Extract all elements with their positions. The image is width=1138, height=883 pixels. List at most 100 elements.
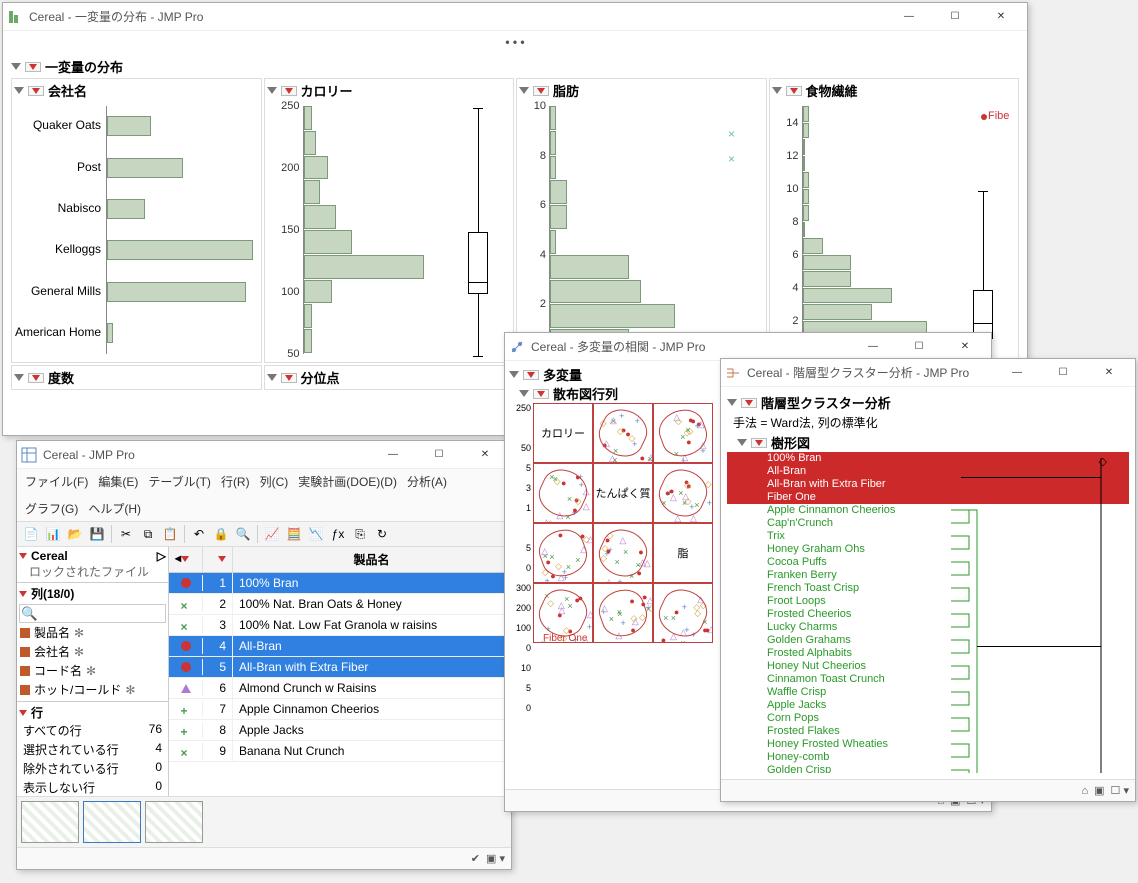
script-icon[interactable]: ⎘ bbox=[350, 524, 370, 544]
menu-item[interactable]: 行(R) bbox=[221, 473, 250, 490]
titlebar[interactable]: Cereal - 階層型クラスター分析 - JMP Pro — ☐ ✕ bbox=[721, 359, 1135, 387]
scatterplot-matrix[interactable]: カロリー●×△◇+●×△◇+●×△◇+●×△●×△◇+●×△◇+●×△◇+●×△… bbox=[533, 403, 733, 738]
paste-icon[interactable]: 📋 bbox=[160, 524, 180, 544]
menu-item[interactable]: グラフ(G) bbox=[25, 500, 78, 517]
menu-item[interactable]: テーブル(T) bbox=[148, 473, 211, 490]
table-row[interactable]: +7Apple Cinnamon Cheerios bbox=[169, 699, 511, 720]
splom-cell[interactable]: ●×△◇+●×△◇+●×△◇+●×△ bbox=[653, 463, 713, 523]
calorie-head[interactable]: カロリー bbox=[267, 81, 512, 100]
histogram-bar[interactable] bbox=[304, 255, 425, 279]
more-icon[interactable]: • • • bbox=[3, 31, 1027, 53]
column-search-input[interactable] bbox=[19, 604, 166, 623]
minimize-button[interactable]: — bbox=[371, 445, 415, 465]
bar[interactable] bbox=[107, 199, 145, 219]
splom-cell[interactable]: 脂 bbox=[653, 523, 713, 583]
titlebar[interactable]: Cereal - 一変量の分布 - JMP Pro — ☐ ✕ bbox=[3, 3, 1027, 31]
thumb-multivariate[interactable] bbox=[145, 801, 203, 843]
bar[interactable] bbox=[107, 282, 246, 302]
menu-item[interactable]: 列(C) bbox=[260, 473, 289, 490]
histogram-bar[interactable] bbox=[550, 180, 567, 204]
redo-icon[interactable]: ↻ bbox=[372, 524, 392, 544]
layout-icon[interactable]: ▣ bbox=[1094, 784, 1104, 797]
splom-cell[interactable]: たんぱく質 bbox=[593, 463, 653, 523]
splom-cell[interactable]: ●×△◇+●×△◇+●×△◇+●×△ bbox=[593, 583, 653, 643]
copy-icon[interactable]: ⧉ bbox=[138, 524, 158, 544]
titlebar[interactable]: Cereal - 多変量の相関 - JMP Pro — ☐ ✕ bbox=[505, 333, 991, 361]
close-button[interactable]: ✕ bbox=[463, 445, 507, 465]
columns-panel[interactable]: 列(18/0) 製品名 ✻会社名 ✻コード名 ✻ホット/コールド ✻ bbox=[17, 583, 168, 702]
column-item[interactable]: 会社名 ✻ bbox=[19, 642, 166, 661]
column-item[interactable]: コード名 ✻ bbox=[19, 661, 166, 680]
histogram-bar[interactable] bbox=[304, 329, 312, 353]
new-icon[interactable]: 📄 bbox=[21, 524, 41, 544]
minimize-button[interactable]: — bbox=[995, 363, 1039, 383]
summary-icon[interactable]: 🧮 bbox=[284, 524, 304, 544]
histogram-bar[interactable] bbox=[803, 156, 805, 172]
histogram-bar[interactable] bbox=[803, 271, 851, 287]
menubar[interactable]: ファイル(F)編集(E)テーブル(T)行(R)列(C)実験計画(DOE)(D)分… bbox=[17, 469, 511, 522]
splom-cell[interactable]: ●×△◇+●×△◇+●×△◇+●×△ bbox=[533, 463, 593, 523]
product-header[interactable]: 製品名 bbox=[233, 547, 511, 572]
splom-cell[interactable]: ●×△◇+●×△◇+●×△◇+●×△ bbox=[593, 523, 653, 583]
column-item[interactable]: 製品名 ✻ bbox=[19, 623, 166, 642]
cluster-section[interactable]: 階層型クラスター分析 bbox=[727, 393, 1129, 412]
new-table-icon[interactable]: 📊 bbox=[43, 524, 63, 544]
splom-cell[interactable]: ●×△◇+●×△◇+●×△◇+●×△ bbox=[533, 523, 593, 583]
splom-cell[interactable]: ●×△◇+●×△◇+●×△◇+●×△ bbox=[593, 403, 653, 463]
histogram-bar[interactable] bbox=[550, 230, 556, 254]
histogram-bar[interactable] bbox=[304, 304, 312, 328]
bar[interactable] bbox=[107, 240, 253, 260]
cut-icon[interactable]: ✂ bbox=[116, 524, 136, 544]
data-grid[interactable]: ◂ 製品名 1100% Bran×2100% Nat. Bran Oats & … bbox=[169, 547, 511, 796]
column-item[interactable]: ホット/コールド ✻ bbox=[19, 680, 166, 699]
section-menu-icon[interactable] bbox=[25, 62, 41, 72]
fit-icon[interactable]: ƒx bbox=[328, 524, 348, 544]
close-button[interactable]: ✕ bbox=[979, 7, 1023, 27]
table-row[interactable]: ×2100% Nat. Bran Oats & Honey bbox=[169, 594, 511, 615]
histogram-bar[interactable] bbox=[803, 255, 851, 271]
maximize-button[interactable]: ☐ bbox=[1041, 363, 1085, 383]
distribution-section[interactable]: 一変量の分布 bbox=[11, 57, 1019, 76]
table-row[interactable]: 1100% Bran bbox=[169, 573, 511, 594]
source-panel[interactable]: Cereal▷ ロックされたファイル bbox=[17, 547, 168, 583]
histogram-bar[interactable] bbox=[803, 172, 810, 188]
rownum-header[interactable] bbox=[203, 547, 233, 572]
fiber-head[interactable]: 食物繊維 bbox=[772, 81, 1017, 100]
histogram-bar[interactable] bbox=[550, 280, 641, 304]
company-chart[interactable]: Quaker OatsPostNabiscoKelloggsGeneral Mi… bbox=[106, 106, 253, 354]
options-icon[interactable]: ☐ ▾ bbox=[1111, 784, 1129, 797]
close-button[interactable]: ✕ bbox=[943, 337, 987, 357]
table-row[interactable]: 4All-Bran bbox=[169, 636, 511, 657]
graph-icon[interactable]: 📉 bbox=[306, 524, 326, 544]
histogram-bar[interactable] bbox=[550, 205, 567, 229]
save-icon[interactable]: 💾 bbox=[87, 524, 107, 544]
menu-item[interactable]: 編集(E) bbox=[98, 473, 138, 490]
table-row[interactable]: ×3100% Nat. Low Fat Granola w raisins bbox=[169, 615, 511, 636]
minimize-button[interactable]: — bbox=[887, 7, 931, 27]
fat-head[interactable]: 脂肪 bbox=[519, 81, 764, 100]
splom-cell[interactable]: カロリー bbox=[533, 403, 593, 463]
titlebar[interactable]: Cereal - JMP Pro — ☐ ✕ bbox=[17, 441, 511, 469]
table-row[interactable]: ×9Banana Nut Crunch bbox=[169, 741, 511, 762]
histogram-bar[interactable] bbox=[304, 180, 320, 204]
dendro-section[interactable]: 樹形図 bbox=[737, 433, 1129, 452]
menu-item[interactable]: ヘルプ(H) bbox=[88, 500, 141, 517]
histogram-bar[interactable] bbox=[304, 230, 352, 254]
minimize-button[interactable]: — bbox=[851, 337, 895, 357]
home-icon[interactable]: ⌂ bbox=[1081, 785, 1088, 797]
lock-icon[interactable]: 🔒 bbox=[211, 524, 231, 544]
histogram-bar[interactable] bbox=[550, 106, 556, 130]
menu-item[interactable]: ファイル(F) bbox=[25, 473, 88, 490]
histogram-bar[interactable] bbox=[304, 280, 332, 304]
company-head[interactable]: 会社名 bbox=[14, 81, 259, 100]
histogram-bar[interactable] bbox=[803, 139, 805, 155]
histogram-bar[interactable] bbox=[304, 131, 316, 155]
table-row[interactable]: 6Almond Crunch w Raisins bbox=[169, 678, 511, 699]
splom-cell[interactable]: ●×△◇+●×△◇+●×△◇+●×△ bbox=[653, 583, 713, 643]
histogram-bar[interactable] bbox=[550, 131, 556, 155]
table-row[interactable]: 5All-Bran with Extra Fiber bbox=[169, 657, 511, 678]
histogram-bar[interactable] bbox=[304, 106, 312, 130]
search-icon[interactable]: 🔍 bbox=[233, 524, 253, 544]
menu-item[interactable]: 分析(A) bbox=[407, 473, 447, 490]
maximize-button[interactable]: ☐ bbox=[897, 337, 941, 357]
